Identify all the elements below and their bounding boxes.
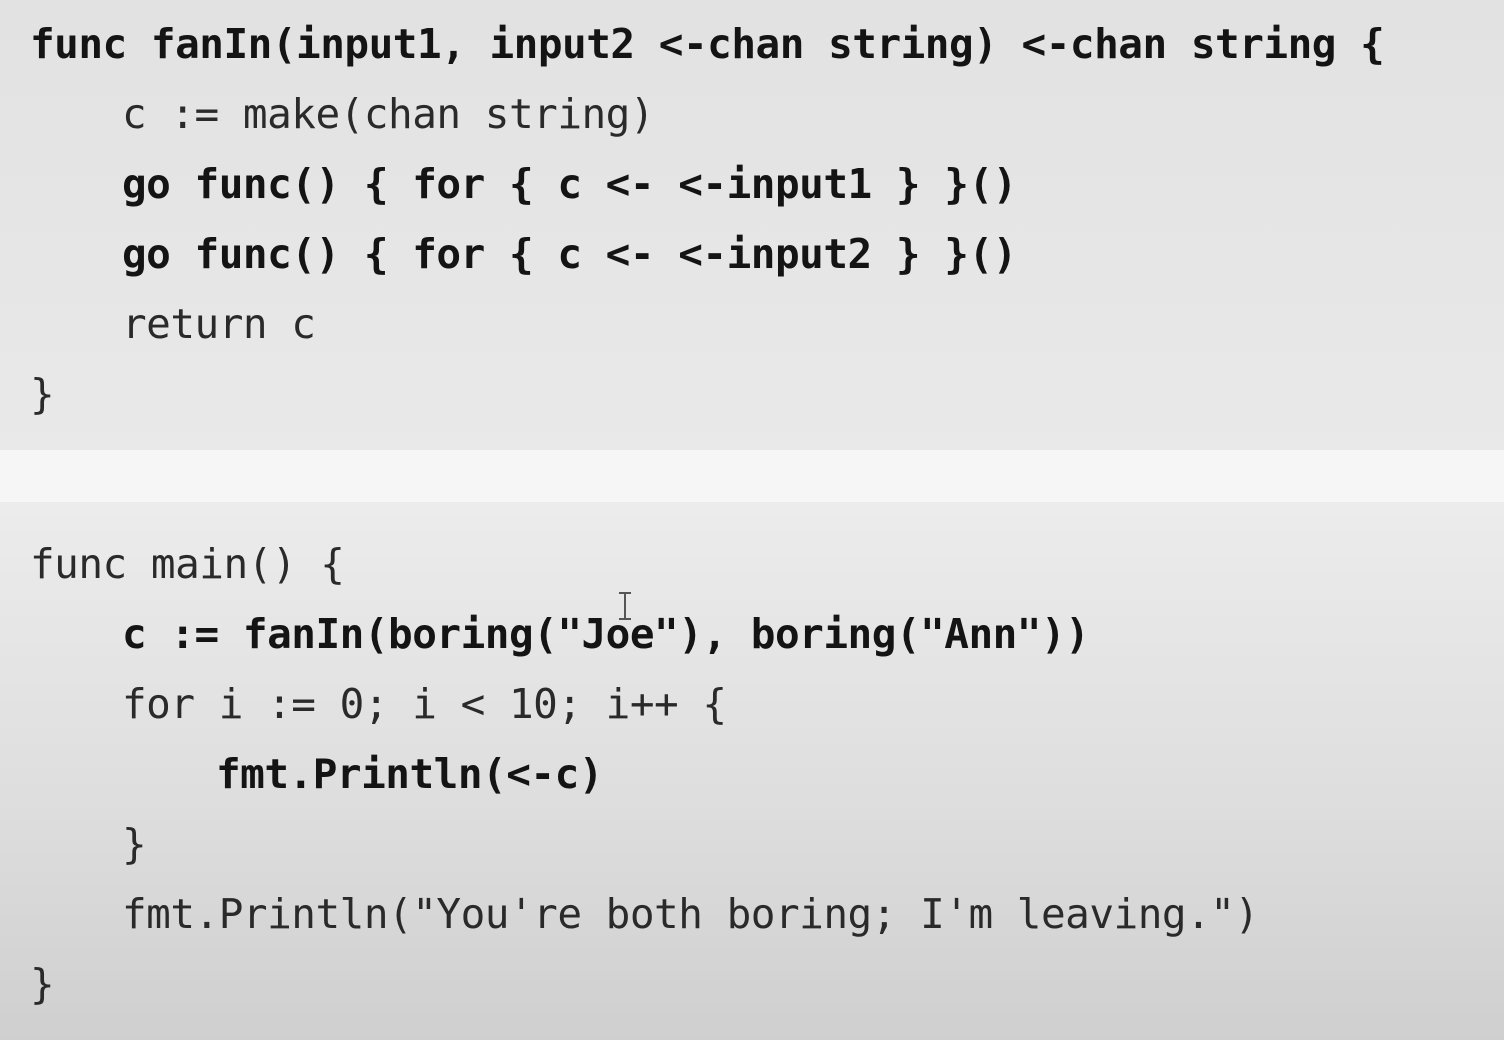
code-line-close-main: }: [30, 960, 55, 1008]
code-line-close-for: }: [122, 820, 147, 868]
code-line-close-fanin: }: [30, 370, 55, 418]
code-block-main: func main() { c := fanIn(boring("Joe"), …: [0, 502, 1504, 1040]
code-line-func-main: func main() {: [30, 540, 345, 588]
code-line-func-fanin: func fanIn(input1, input2 <-chan string)…: [30, 20, 1385, 68]
block-separator: [0, 450, 1504, 502]
code-block-fanin: func fanIn(input1, input2 <-chan string)…: [0, 0, 1504, 450]
code-line-call-fanin: c := fanIn(boring("Joe"), boring("Ann")): [122, 610, 1090, 658]
code-line-println-leaving: fmt.Println("You're both boring; I'm lea…: [122, 890, 1259, 938]
code-line-make-chan: c := make(chan string): [122, 90, 655, 138]
code-line-for-loop: for i := 0; i < 10; i++ {: [122, 680, 727, 728]
code-line-go-input1: go func() { for { c <- <-input1 } }(): [122, 160, 1017, 208]
text-cursor-icon: [618, 592, 632, 622]
code-line-go-input2: go func() { for { c <- <-input2 } }(): [122, 230, 1017, 278]
code-line-println-c: fmt.Println(<-c): [216, 750, 603, 798]
code-line-return-c: return c: [122, 300, 316, 348]
